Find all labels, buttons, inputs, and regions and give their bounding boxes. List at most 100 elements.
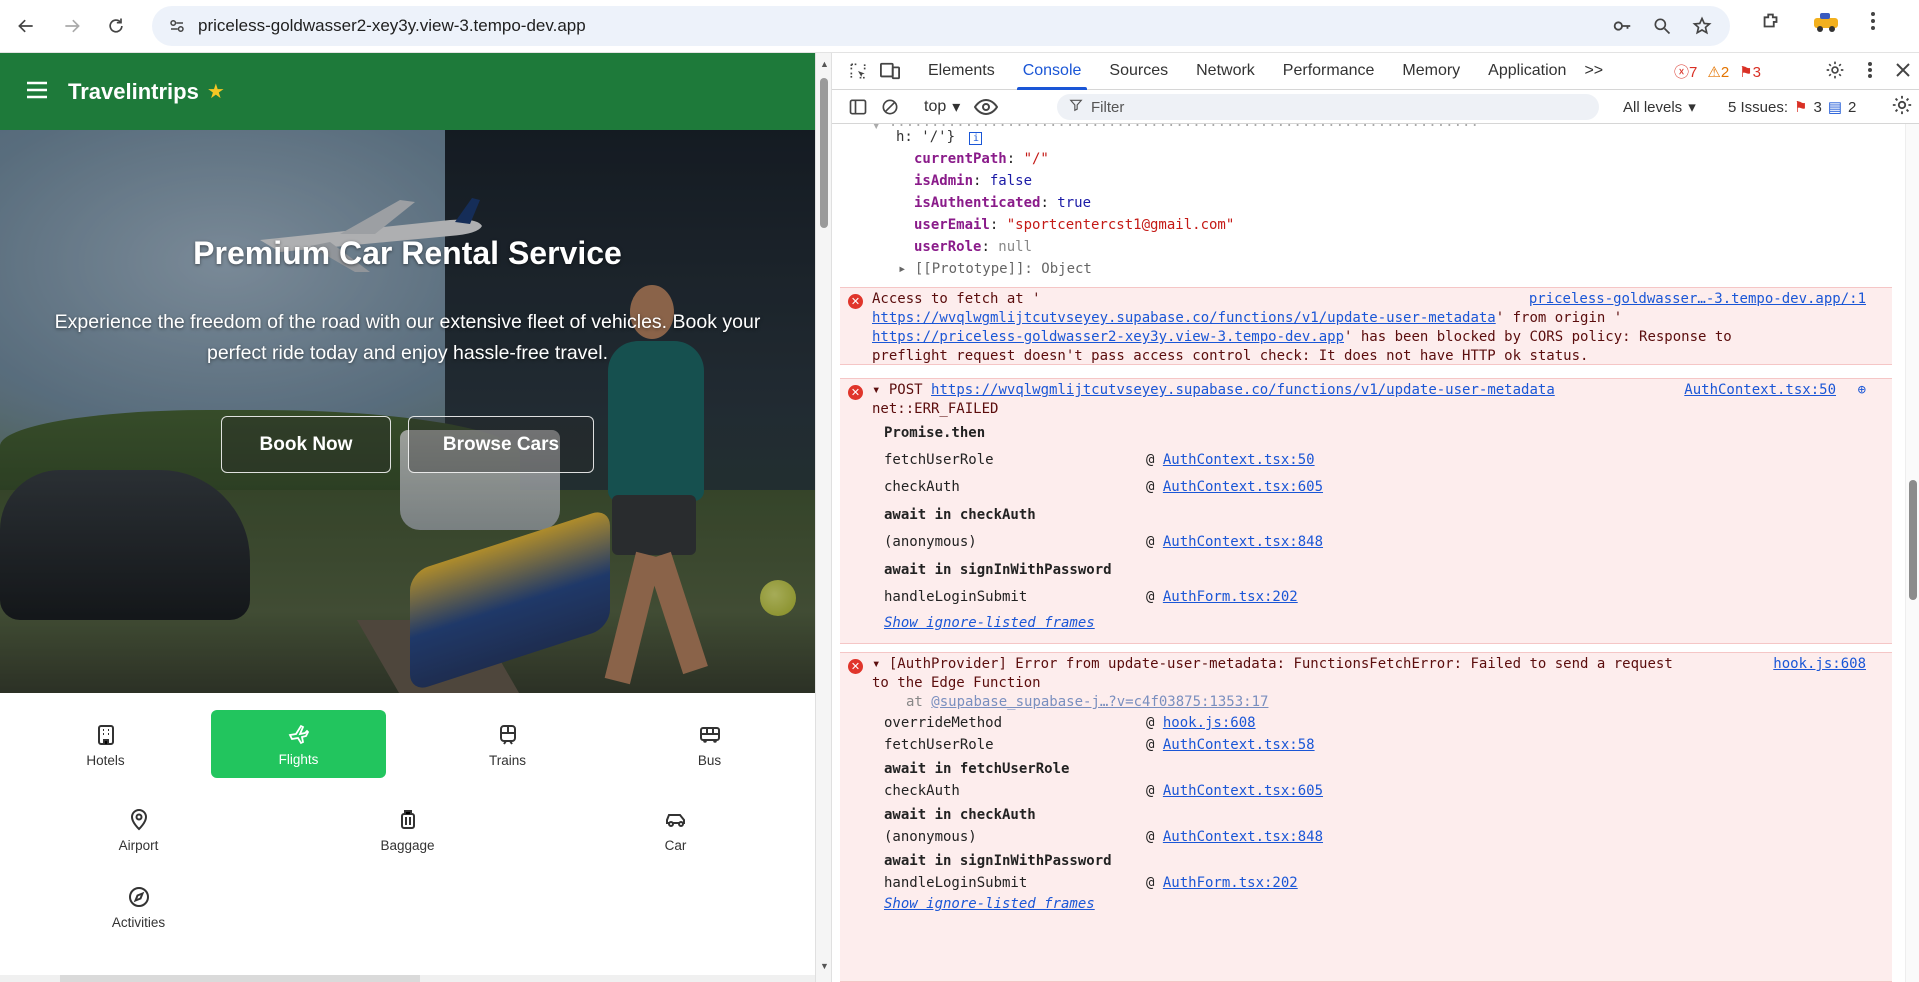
object-prop: isAdmin: false (914, 173, 1033, 189)
console-error-post[interactable]: ✕ ▾ POST https://wvqlwgmlijtcutvseyey.su… (840, 378, 1892, 644)
stack-frame-link[interactable]: AuthForm.tsx:202 (1163, 875, 1298, 891)
category-car[interactable]: Car (588, 796, 763, 864)
back-button[interactable] (8, 8, 44, 44)
category-trains[interactable]: Trains (420, 711, 595, 779)
hamburger-menu-icon[interactable] (26, 81, 48, 103)
devtools-close-icon[interactable] (1895, 62, 1911, 82)
arrow-left-icon (18, 19, 33, 33)
error-source-link[interactable]: priceless-goldwasser…-3.tempo-dev.app/:1 (1529, 291, 1866, 307)
page-scrollbar[interactable]: ▲ ▼ (815, 53, 832, 982)
zoom-icon[interactable] (1648, 12, 1676, 40)
star-icon: ★ (206, 81, 225, 103)
object-prop: userEmail: "sportcentercst1@gmail.com" (914, 217, 1235, 233)
reload-button[interactable] (98, 8, 134, 44)
console-scrollbar-thumb[interactable] (1909, 480, 1917, 600)
category-flights[interactable]: Flights (211, 710, 386, 778)
brand-name[interactable]: Travelintrips (68, 79, 199, 105)
tab-performance[interactable]: Performance (1269, 53, 1389, 90)
forward-button[interactable] (54, 8, 90, 44)
tab-memory[interactable]: Memory (1388, 53, 1474, 90)
category-hotels[interactable]: Hotels (18, 711, 193, 779)
inspect-element-icon[interactable] (842, 55, 874, 87)
prototype-row[interactable]: ▸ [[Prototype]]: Object (898, 261, 1092, 277)
bookmark-star-icon[interactable] (1688, 12, 1716, 40)
profile-avatar[interactable] (1812, 8, 1840, 38)
issues-button[interactable]: 5 Issues: ⚑ 3 ▤ 2 (1728, 90, 1856, 124)
tab-console[interactable]: Console (1009, 53, 1096, 90)
stack-frame-link[interactable]: AuthContext.tsx:605 (1163, 479, 1323, 495)
console-settings-gear-icon[interactable] (1891, 94, 1913, 120)
stack-frame-link[interactable]: AuthContext.tsx:50 (1163, 452, 1315, 468)
more-tabs-button[interactable]: >> (1580, 53, 1607, 90)
scroll-down-arrow-icon[interactable]: ▼ (820, 961, 829, 971)
error-circle-icon: ⓧ (1674, 64, 1690, 81)
site-info-icon[interactable] (162, 11, 192, 41)
stack-frame-link[interactable]: AuthContext.tsx:605 (1163, 783, 1323, 799)
dropdown-caret-icon: ▾ (952, 98, 961, 116)
browser-toolbar: priceless-goldwasser2-xey3y.view-3.tempo… (0, 0, 1919, 53)
console-error-cors[interactable]: ✕ Access to fetch at ' priceless-goldwas… (840, 287, 1892, 365)
tab-application[interactable]: Application (1474, 53, 1580, 90)
devtools-menu-icon[interactable] (1867, 61, 1873, 83)
scroll-up-arrow-icon[interactable]: ▲ (820, 59, 829, 69)
plane-icon (288, 724, 309, 744)
tab-elements[interactable]: Elements (914, 53, 1009, 90)
category-baggage[interactable]: Baggage (320, 796, 495, 864)
info-i-icon[interactable]: i (969, 132, 983, 145)
context-selector[interactable]: top ▾ (924, 97, 960, 117)
category-activities[interactable]: Activities (51, 873, 226, 941)
console-counters[interactable]: ⓧ7 ⚠2 ⚑3 (1674, 53, 1761, 90)
request-url-link[interactable]: https://wvqlwgmlijtcutvseyey.supabase.co… (872, 310, 1496, 326)
train-icon (499, 724, 516, 745)
stack-frame-link[interactable]: hook.js:608 (1163, 715, 1256, 731)
stack-frame-link[interactable]: AuthForm.tsx:202 (1163, 589, 1298, 605)
console-filter-input[interactable]: Filter (1057, 94, 1599, 120)
address-bar[interactable]: priceless-goldwasser2-xey3y.view-3.tempo… (152, 6, 1730, 46)
device-toolbar-icon[interactable] (874, 55, 906, 87)
show-ignore-listed-frames-link[interactable]: Show ignore-listed frames (884, 896, 1095, 912)
category-label: Hotels (86, 752, 125, 768)
show-ignore-listed-frames-link[interactable]: Show ignore-listed frames (884, 615, 1095, 631)
supabase-source-link[interactable]: @supabase_supabase-j…?v=c4f03875:1353:17 (931, 694, 1268, 710)
log-levels-dropdown[interactable]: All levels ▾ (1623, 90, 1696, 124)
category-airport[interactable]: Airport (51, 796, 226, 864)
browse-cars-button[interactable]: Browse Cars (408, 416, 594, 473)
tab-network[interactable]: Network (1182, 53, 1269, 90)
clear-console-icon[interactable] (874, 91, 906, 123)
error-count-badge[interactable]: ⓧ7 (1674, 61, 1697, 82)
page-scrollbar-thumb[interactable] (820, 78, 828, 228)
password-key-icon[interactable] (1608, 12, 1636, 40)
network-request-icon[interactable]: ⊕ (1858, 382, 1866, 398)
console-output: ▾ ······································… (832, 124, 1919, 982)
console-scrollbar[interactable] (1905, 124, 1919, 982)
stack-frame-link[interactable]: AuthContext.tsx:58 (1163, 737, 1315, 753)
live-expression-eye-icon[interactable] (970, 91, 1002, 123)
extensions-icon[interactable] (1760, 10, 1782, 36)
book-now-button[interactable]: Book Now (221, 416, 391, 473)
collapse-triangle-icon[interactable]: ▾ (872, 656, 880, 672)
console-error-authprovider[interactable]: ✕ ▾ [AuthProvider] Error from update-use… (840, 652, 1892, 982)
issue-info-icon: ▤ (1827, 99, 1843, 116)
error-source-link[interactable]: AuthContext.tsx:50 (1684, 382, 1836, 398)
category-label: Flights (278, 751, 319, 767)
object-header-tail: h: '/'} i (896, 129, 983, 145)
arrow-right-icon (65, 19, 80, 33)
chrome-menu-icon[interactable] (1870, 11, 1876, 35)
error-source-link[interactable]: hook.js:608 (1773, 656, 1866, 672)
collapse-triangle-icon[interactable]: ▾ (872, 382, 880, 398)
issue-count-badge[interactable]: ⚑3 (1739, 63, 1761, 81)
url-text[interactable]: priceless-goldwasser2-xey3y.view-3.tempo… (198, 16, 586, 36)
warning-count-badge[interactable]: ⚠2 (1707, 63, 1729, 81)
origin-url-link[interactable]: https://priceless-goldwasser2-xey3y.view… (872, 329, 1344, 345)
expand-triangle-icon[interactable]: ▸ (898, 261, 915, 277)
devtools-settings-gear-icon[interactable] (1825, 60, 1845, 84)
category-label: Trains (488, 752, 526, 768)
tab-sources[interactable]: Sources (1095, 53, 1182, 90)
sidebar-toggle-icon[interactable] (842, 91, 874, 123)
hero-section: Premium Car Rental Service Experience th… (0, 130, 815, 693)
category-bus[interactable]: Bus (622, 711, 797, 779)
stack-frame-link[interactable]: AuthContext.tsx:848 (1163, 534, 1323, 550)
post-url-link[interactable]: https://wvqlwgmlijtcutvseyey.supabase.co… (931, 382, 1555, 398)
object-prop: currentPath: "/" (914, 151, 1049, 167)
stack-frame-link[interactable]: AuthContext.tsx:848 (1163, 829, 1323, 845)
